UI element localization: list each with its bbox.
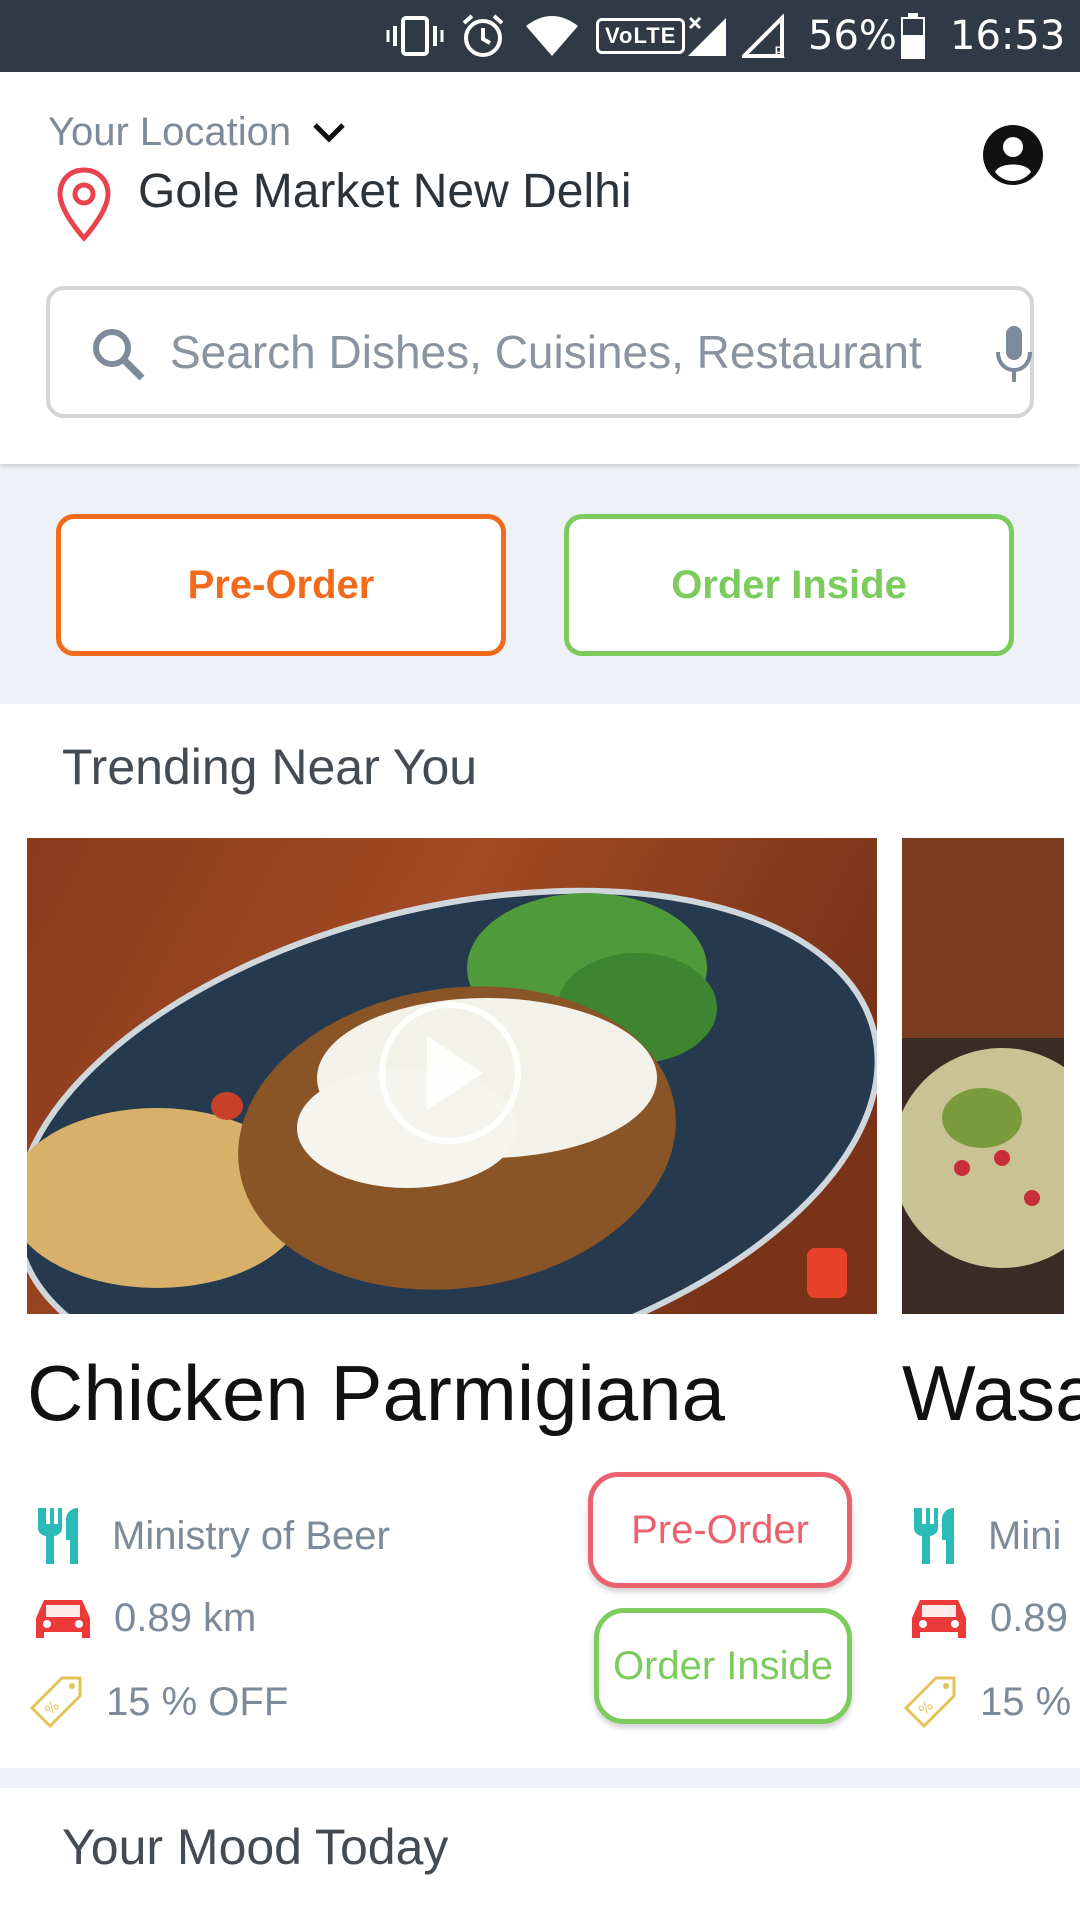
car-icon: [36, 1600, 90, 1638]
battery-icon: [900, 0, 926, 72]
distance-row: 0.89 km: [34, 1594, 256, 1642]
vibrate-icon: [386, 0, 444, 72]
distance: 0.89: [990, 1595, 1068, 1640]
chevron-down-icon: [313, 122, 345, 143]
dish-video-thumbnail[interactable]: [27, 838, 877, 1314]
search-bar[interactable]: [46, 286, 1034, 418]
alarm-icon: [460, 0, 506, 72]
tag-icon: %: [903, 1676, 956, 1729]
distance: 0.89 km: [114, 1595, 257, 1640]
svg-text:R: R: [774, 43, 785, 58]
location-value[interactable]: Gole Market New Delhi: [138, 164, 632, 219]
card-pre-order-button[interactable]: Pre-Order: [588, 1472, 852, 1588]
restaurant-name: Ministry of Beer: [112, 1513, 390, 1558]
account-icon[interactable]: [982, 124, 1044, 191]
offer-row: % 15 %: [902, 1674, 1071, 1730]
card-order-inside-button[interactable]: Order Inside: [594, 1608, 852, 1724]
restaurant-row: Ministry of Beer: [34, 1506, 390, 1566]
signal-icon: [686, 0, 728, 72]
wifi-icon: [524, 0, 580, 72]
trending-card-2[interactable]: Wasa Mini 0.89 % 15 %: [902, 1340, 1080, 1770]
status-bar: VoLTE R 56% 16:53: [0, 0, 1080, 72]
order-inside-button[interactable]: Order Inside: [564, 514, 1014, 656]
search-input[interactable]: [170, 312, 980, 392]
search-icon: [90, 326, 146, 387]
distance-row: 0.89: [910, 1594, 1068, 1642]
tag-icon: %: [29, 1676, 82, 1729]
dish-title[interactable]: Chicken Parmigiana: [27, 1348, 725, 1439]
offer-text: 15 %: [980, 1679, 1072, 1724]
location-selector[interactable]: Your Location: [48, 110, 347, 155]
restaurant-icon: [914, 1508, 954, 1564]
location-pin-icon: [56, 166, 112, 247]
offer-text: 15 % OFF: [106, 1679, 289, 1724]
restaurant-row: Mini: [910, 1506, 1061, 1566]
car-icon: [912, 1600, 966, 1638]
header: Your Location Gole Market New Delhi: [0, 72, 1080, 464]
volte-badge: VoLTE: [596, 18, 686, 54]
location-label: Your Location: [48, 110, 292, 154]
pre-order-button[interactable]: Pre-Order: [56, 514, 506, 656]
order-type-section: Pre-Order Order Inside: [0, 464, 1080, 704]
restaurant-icon: [38, 1508, 78, 1564]
offer-row: % 15 % OFF: [28, 1674, 288, 1730]
signal-roaming-icon: R: [742, 0, 790, 72]
volte-icon: VoLTE: [596, 0, 686, 72]
trending-title: Trending Near You: [62, 739, 478, 795]
dish-thumbnail[interactable]: [902, 838, 1064, 1314]
dish-title: Wasa: [902, 1349, 1080, 1437]
mood-title: Your Mood Today: [62, 1819, 449, 1875]
restaurant-name: Mini: [988, 1513, 1062, 1558]
microphone-icon[interactable]: [994, 324, 1034, 389]
battery-percent: 56%: [808, 13, 897, 59]
clock: 16:53: [950, 13, 1066, 59]
section-divider: [0, 1768, 1080, 1788]
